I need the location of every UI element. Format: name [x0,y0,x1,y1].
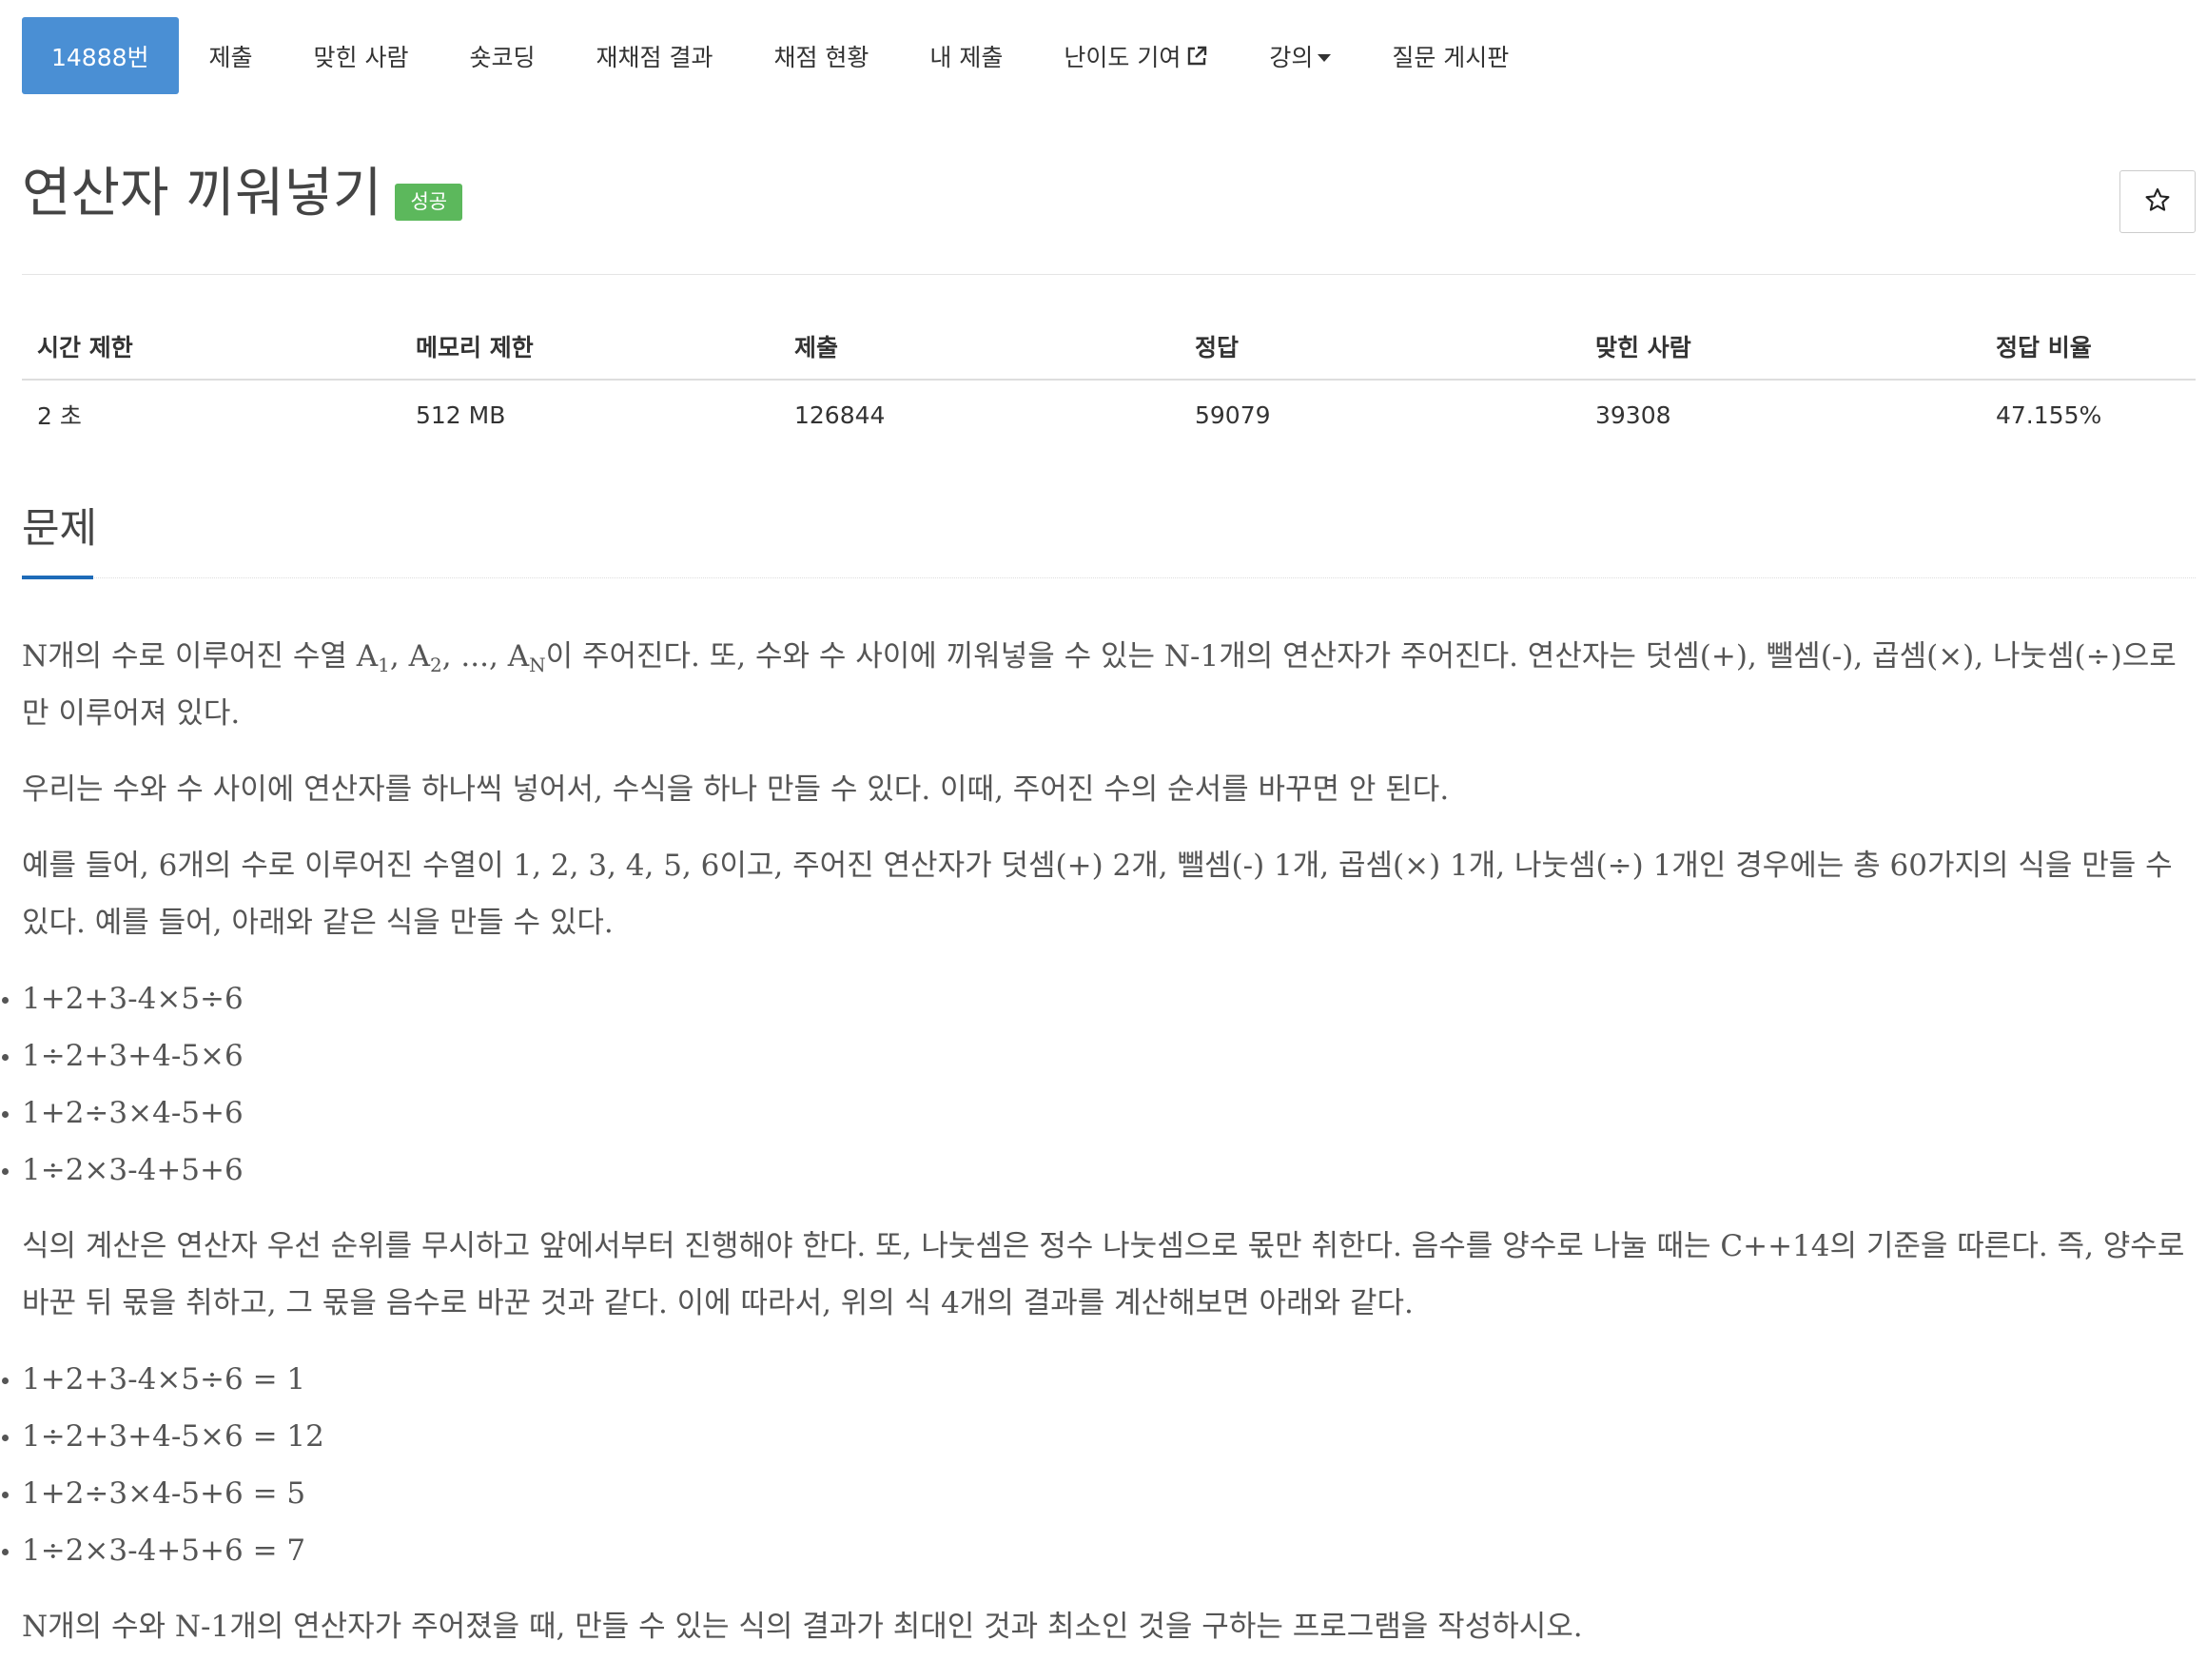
problem-page: 14888번 제출 맞힌 사람 숏코딩 재채점 결과 채점 현황 내 제출 난이… [0,0,2207,1680]
header-accept-ratio: 정답 비율 [1981,314,2196,381]
list-item: 1÷2+3+4-5×6 = 12 [2,1408,2200,1465]
expression-list: 1+2+3-4×5÷6 1÷2+3+4-5×6 1+2÷3×4-5+6 1÷2×… [2,970,2200,1199]
tab-label: 내 제출 [929,43,1004,71]
tab-lectures-dropdown[interactable]: 강의 [1239,17,1361,94]
tab-accepted-users[interactable]: 맞힌 사람 [283,17,439,94]
description-paragraph: 식의 계산은 연산자 우선 순위를 무시하고 앞에서부터 진행해야 한다. 또,… [22,1229,2185,1320]
tab-question-board[interactable]: 질문 게시판 [1361,17,1539,94]
problem-title-row: 연산자 끼워넣기 성공 [22,163,463,225]
tab-label: 질문 게시판 [1392,43,1510,71]
tab-submit[interactable]: 제출 [179,17,283,94]
time-limit-value: 2 초 [37,402,82,430]
list-item: 1÷2+3+4-5×6 [2,1027,2200,1084]
problem-description: N개의 수로 이루어진 수열 A1, A2, ..., AN이 주어진다. 또,… [2,628,2200,1674]
result-list: 1+2+3-4×5÷6 = 1 1÷2+3+4-5×6 = 12 1+2÷3×4… [2,1351,2200,1579]
section-underline [22,576,93,579]
description-paragraph: N개의 수로 이루어진 수열 A1, A2, ..., AN이 주어진다. 또,… [22,639,2177,731]
tab-label: 난이도 기여 [1064,43,1182,71]
list-item: 1+2+3-4×5÷6 = 1 [2,1351,2200,1408]
section-divider [22,577,2196,579]
tab-label: 채점 현황 [773,43,869,71]
table-row: 2 초 512 MB 126844 59079 39308 47.155% [22,380,2196,449]
list-item: 1+2÷3×4-5+6 [2,1084,2200,1142]
header-memory-limit: 메모리 제한 [400,314,779,381]
problem-nav-tabs: 14888번 제출 맞힌 사람 숏코딩 재채점 결과 채점 현황 내 제출 난이… [22,17,1539,94]
section-heading-problem: 문제 [22,505,98,553]
tab-problem[interactable]: 14888번 [22,17,179,94]
description-paragraph: 예를 들어, 6개의 수로 이루어진 수열이 1, 2, 3, 4, 5, 6이… [22,849,2173,940]
description-paragraph: 우리는 수와 수 사이에 연산자를 하나씩 넣어서, 수식을 하나 만들 수 있… [22,772,1450,807]
list-item: 1÷2×3-4+5+6 = 7 [2,1522,2200,1579]
accepted-value: 59079 [1195,400,1271,429]
tab-label: 제출 [208,43,253,71]
header-accepted-users: 맞힌 사람 [1580,314,1981,381]
tab-label: 숏코딩 [469,43,536,71]
tab-my-submissions[interactable]: 내 제출 [899,17,1033,94]
tab-short-coding[interactable]: 숏코딩 [439,17,566,94]
header-submissions: 제출 [779,314,1180,381]
description-paragraph: N개의 수와 N-1개의 연산자가 주어졌을 때, 만들 수 있는 식의 결과가… [22,1610,1583,1644]
title-divider [22,274,2196,275]
status-badge: 성공 [395,184,463,221]
table-header-row: 시간 제한 메모리 제한 제출 정답 맞힌 사람 정답 비율 [22,314,2196,381]
header-accepted: 정답 [1180,314,1580,381]
accept-ratio-value: 47.155% [1996,400,2102,429]
list-item: 1+2÷3×4-5+6 = 5 [2,1465,2200,1522]
submissions-value: 126844 [794,400,886,429]
external-link-icon [1185,45,1208,68]
header-time-limit: 시간 제한 [22,314,400,381]
tab-label: 재채점 결과 [596,43,713,71]
caret-down-icon [1318,53,1332,62]
star-button[interactable] [2119,170,2196,233]
page-title: 연산자 끼워넣기 [22,163,382,225]
problem-info-table: 시간 제한 메모리 제한 제출 정답 맞힌 사람 정답 비율 2 초 512 M… [22,314,2196,449]
star-icon [2144,186,2171,217]
tab-label: 14888번 [51,43,149,71]
tab-judge-status[interactable]: 채점 현황 [743,17,899,94]
tab-label: 강의 [1269,43,1314,71]
accepted-users-value: 39308 [1595,400,1671,429]
tab-label: 맞힌 사람 [313,43,409,71]
tab-difficulty-contribution[interactable]: 난이도 기여 [1033,17,1239,94]
list-item: 1+2+3-4×5÷6 [2,970,2200,1027]
tab-rejudge-results[interactable]: 재채점 결과 [566,17,744,94]
list-item: 1÷2×3-4+5+6 [2,1142,2200,1199]
memory-limit-value: 512 MB [416,400,506,429]
